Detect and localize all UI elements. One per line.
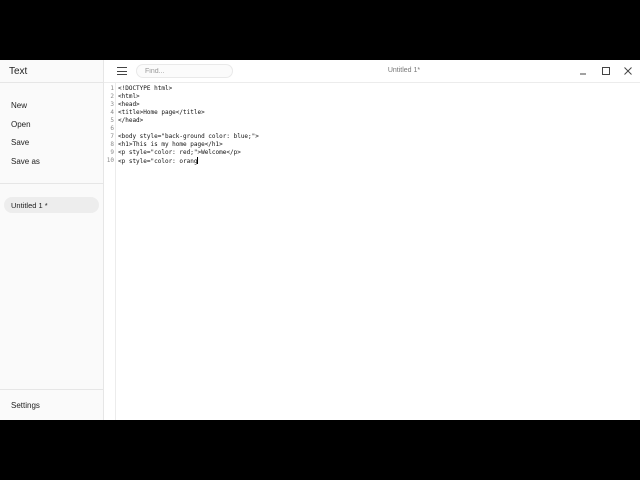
sidebar: Text New Open Save Save as Untitled 1 * …	[0, 60, 104, 420]
text-editor-window: Text New Open Save Save as Untitled 1 * …	[0, 60, 640, 420]
line-number-gutter: 1 2 3 4 5 6 7 8 9 10	[104, 83, 116, 420]
sidebar-divider	[0, 82, 103, 83]
sidebar-divider	[0, 183, 103, 184]
line-number: 10	[106, 157, 114, 164]
line-number: 3	[110, 101, 114, 108]
header-bar: Untitled 1*	[104, 60, 640, 83]
code-line[interactable]: <h1>This is my home page</h1>	[118, 141, 223, 149]
sidebar-divider	[0, 389, 103, 390]
document-item-label: Untitled 1 *	[11, 201, 48, 210]
text-caret	[197, 157, 199, 164]
code-line[interactable]: <body style="back-ground color: blue;">	[118, 133, 259, 141]
maximize-icon[interactable]	[599, 64, 613, 78]
document-title: Untitled 1*	[387, 67, 421, 74]
line-number: 6	[110, 125, 114, 132]
code-line[interactable]: <p style="color: red;">Welcome</p>	[118, 149, 241, 157]
code-line[interactable]: </head>	[118, 117, 143, 125]
code-line-text: <p style="color: orang	[118, 158, 198, 165]
settings-button[interactable]: Settings	[11, 401, 40, 410]
hamburger-icon[interactable]	[117, 67, 127, 76]
code-editor[interactable]: 1 2 3 4 5 6 7 8 9 10 <!DOCTYPE html> <ht…	[104, 83, 640, 420]
code-line-active[interactable]: <p style="color: orang	[118, 157, 199, 166]
line-number: 9	[110, 149, 114, 156]
menu-new[interactable]: New	[11, 101, 27, 110]
code-line[interactable]: <title>Home page</title>	[118, 109, 205, 117]
line-number: 7	[110, 133, 114, 140]
minimize-icon[interactable]	[576, 64, 590, 78]
line-number: 8	[110, 141, 114, 148]
find-input[interactable]	[136, 64, 233, 78]
line-number: 1	[110, 85, 114, 92]
close-icon[interactable]	[621, 64, 635, 78]
line-number: 4	[110, 109, 114, 116]
document-item-untitled-1[interactable]: Untitled 1 *	[4, 197, 99, 213]
line-number: 2	[110, 93, 114, 100]
menu-save[interactable]: Save	[11, 138, 29, 147]
app-title: Text	[9, 66, 28, 77]
line-number: 5	[110, 117, 114, 124]
code-line[interactable]: <!DOCTYPE html>	[118, 85, 172, 93]
code-line[interactable]: <head>	[118, 101, 140, 109]
menu-save-as[interactable]: Save as	[11, 157, 40, 166]
menu-open[interactable]: Open	[11, 120, 31, 129]
code-line[interactable]: <html>	[118, 93, 140, 101]
